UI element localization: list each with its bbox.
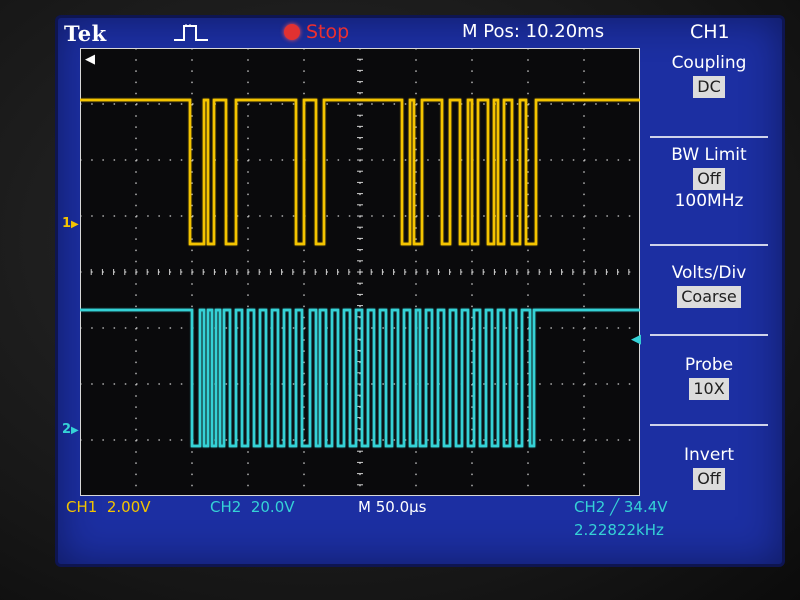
timebase-readout: M 50.0µs xyxy=(358,498,427,516)
horizontal-position: M Pos: 10.20ms xyxy=(462,21,605,42)
ch2-scale-readout: CH2 20.0V xyxy=(210,498,295,516)
readout-bar: CH1 2.00V CH2 20.0V M 50.0µs CH2 ╱ 34.4V… xyxy=(58,496,782,564)
trigger-readout: CH2 ╱ 34.4V xyxy=(574,498,668,516)
menu-item-value: Off xyxy=(693,468,725,490)
menu-item-label: Coupling xyxy=(671,53,747,73)
trigger-pulse-icon xyxy=(174,24,208,41)
menu-item-value: DC xyxy=(693,76,725,98)
trigger-position-icon: ◀ xyxy=(85,52,95,67)
menu-item-value: Coarse xyxy=(677,286,741,308)
menu-title: CH1 xyxy=(690,21,730,43)
menu-item-label: BW Limit xyxy=(671,145,747,165)
waveform-display xyxy=(80,48,640,496)
ch2-trace xyxy=(80,308,640,448)
menu-divider xyxy=(650,334,768,336)
menu-item-value: Off xyxy=(693,168,725,190)
menu-item-volts-div[interactable]: Volts/Div Coarse xyxy=(650,262,768,308)
ch2-ground-marker: 2▶ xyxy=(62,422,79,437)
menu-item-label: Invert xyxy=(684,445,734,465)
trigger-level-icon: ◀ xyxy=(631,332,641,347)
brand-logo: Tek xyxy=(64,21,107,46)
menu-item-extra: 100MHz xyxy=(674,191,744,211)
menu-item-bw-limit[interactable]: BW Limit Off 100MHz xyxy=(650,144,768,212)
menu-item-coupling[interactable]: Coupling DC xyxy=(650,52,768,98)
grid xyxy=(80,48,640,496)
menu-item-label: Probe xyxy=(684,355,734,375)
run-stop-indicator xyxy=(284,24,300,40)
scope-screen: Tek Stop M Pos: 10.20ms CH1 ◀ 1▶ 2▶ ◀ Co… xyxy=(58,18,782,564)
graticule xyxy=(80,48,640,496)
ch1-scale-readout: CH1 2.00V xyxy=(66,498,151,516)
run-status: Stop xyxy=(306,21,350,43)
menu-item-probe[interactable]: Probe 10X xyxy=(650,354,768,400)
menu-divider xyxy=(650,136,768,138)
menu-item-label: Volts/Div xyxy=(671,263,747,283)
frequency-readout: 2.22822kHz xyxy=(574,521,664,539)
ch1-ground-marker: 1▶ xyxy=(62,216,79,231)
menu-divider xyxy=(650,424,768,426)
status-bar: Tek Stop M Pos: 10.20ms CH1 xyxy=(58,18,782,46)
menu-item-invert[interactable]: Invert Off xyxy=(650,444,768,490)
side-menu: Coupling DC BW Limit Off 100MHz Volts/Di… xyxy=(650,48,768,496)
menu-item-value: 10X xyxy=(689,378,729,400)
menu-divider xyxy=(650,244,768,246)
